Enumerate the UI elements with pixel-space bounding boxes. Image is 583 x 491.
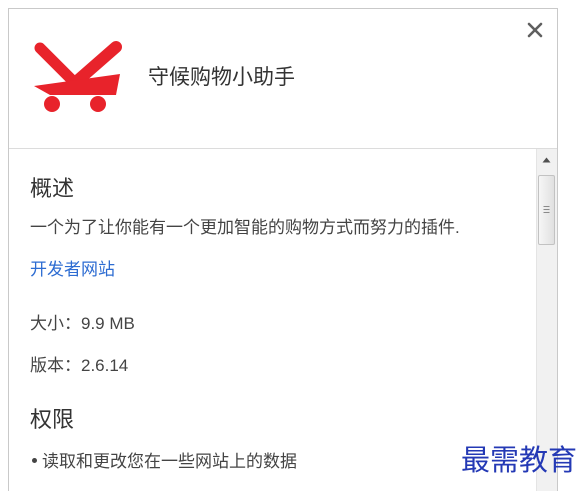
close-button[interactable] — [522, 17, 548, 43]
close-icon[interactable] — [522, 17, 548, 43]
size-label: 大小： — [30, 314, 81, 333]
extension-details-dialog: 守候购物小助手 概述 一个为了让你能有一个更加智能的购物方式而努力的插件. 开发… — [8, 8, 558, 491]
scrollbar-grip-icon — [543, 206, 550, 213]
shopping-cart-logo-icon — [34, 41, 122, 112]
version-value: 2.6.14 — [81, 356, 129, 375]
scroll-up-arrow-icon[interactable] — [537, 149, 557, 170]
bullet-icon — [32, 458, 37, 464]
permission-text: 读取和更改您在一些网站上的数据 — [42, 452, 297, 471]
extension-title: 守候购物小助手 — [148, 66, 295, 89]
size-info: 大小：9.9 MB — [30, 314, 135, 334]
details-content[interactable]: 概述 一个为了让你能有一个更加智能的购物方式而努力的插件. 开发者网站 大小：9… — [9, 149, 536, 491]
dialog-header: 守候购物小助手 — [9, 9, 557, 149]
permission-item: 读取和更改您在一些网站上的数据 — [30, 452, 297, 472]
developer-website-link[interactable]: 开发者网站 — [30, 260, 115, 280]
scroll-up-button[interactable] — [537, 149, 557, 170]
scrollbar-thumb[interactable] — [538, 175, 555, 245]
version-info: 版本：2.6.14 — [30, 356, 128, 376]
extension-description: 一个为了让你能有一个更加智能的购物方式而努力的插件. — [30, 218, 460, 237]
watermark: 最需教育 — [461, 443, 578, 477]
version-label: 版本： — [30, 356, 81, 375]
size-value: 9.9 MB — [81, 314, 135, 333]
permissions-heading: 权限 — [30, 407, 75, 432]
overview-heading: 概述 — [30, 176, 75, 201]
vertical-scrollbar[interactable] — [536, 149, 557, 491]
